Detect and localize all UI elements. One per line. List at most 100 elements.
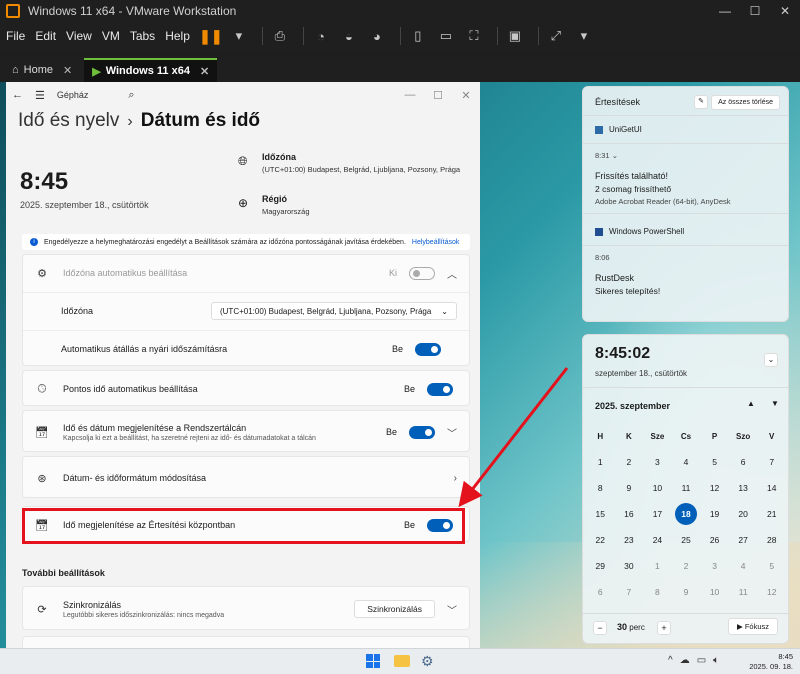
notif-title[interactable]: RustDesk [595,273,634,283]
menu-view[interactable]: View [66,29,92,43]
menu-edit[interactable]: Edit [35,29,56,43]
taskbar-show-toggle[interactable] [409,425,435,439]
chevron-down-icon[interactable]: ﹀ [447,425,457,440]
calendar-day[interactable]: 5 [700,449,729,475]
calendar-day[interactable]: 16 [615,501,644,527]
chevron-down-icon[interactable]: ﹀ [447,602,457,617]
taskbar-clock[interactable]: 8:45 2025. 09. 18. [741,652,793,672]
menu-tabs[interactable]: Tabs [130,29,155,43]
calendar-day[interactable]: 7 [615,579,644,605]
close-tab-icon[interactable]: ✕ [200,65,209,78]
chevron-up-icon[interactable]: ︿ [447,266,457,281]
calendar-day[interactable]: 30 [615,553,644,579]
maximize-icon[interactable]: ☐ [740,4,770,18]
calendar-day[interactable]: 3 [643,449,672,475]
pause-icon[interactable]: ❚❚ [199,26,222,46]
calendar-day[interactable]: 20 [729,501,758,527]
sidebar-toggle-icon[interactable]: ▯ [407,26,429,46]
calendar-day[interactable]: 4 [672,449,701,475]
calendar-day[interactable]: 26 [700,527,729,553]
menu-help[interactable]: Help [165,29,190,43]
timezone-dropdown[interactable]: (UTC+01:00) Budapest, Belgrád, Ljubljana… [210,302,457,320]
calendar-day[interactable]: 17 [643,501,672,527]
settings-icon[interactable]: ⚙ [421,653,434,670]
cloud-icon[interactable]: ☁ [680,655,690,666]
calendar-day[interactable]: 22 [586,527,615,553]
chevron-up-icon[interactable]: ^ [668,655,673,666]
dst-toggle[interactable] [415,342,441,356]
calendar-day[interactable]: 25 [672,527,701,553]
notif-title[interactable]: Frissítés található! [595,171,668,181]
calendar-day[interactable]: 19 [700,501,729,527]
auto-timezone-toggle[interactable] [409,266,435,280]
calendar-day[interactable]: 9 [615,475,644,501]
close-tab-icon[interactable]: ✕ [63,64,72,77]
revert-snapshot-icon[interactable]: ◒ [338,26,360,46]
calendar-day[interactable]: 7 [757,449,786,475]
next-month-icon[interactable]: ▼ [771,399,779,408]
focus-button[interactable]: ▶ Fókusz [727,618,778,635]
close-icon[interactable]: ✕ [452,89,480,102]
calendar-day[interactable]: 18 [672,501,701,527]
auto-time-toggle[interactable] [427,382,453,396]
location-settings-link[interactable]: Helybeállítások [412,239,459,246]
snapshot-icon[interactable]: ◔ [310,26,332,46]
clear-all-button[interactable]: Az összes törlése [711,95,780,110]
sync-button[interactable]: Szinkronizálás [354,600,435,618]
format-card[interactable]: ⊛ Dátum- és időformátum módosítása › [22,456,470,498]
decrease-focus-button[interactable]: − [593,621,607,635]
file-explorer-icon[interactable] [394,655,410,667]
calendar-day[interactable]: 10 [643,475,672,501]
increase-focus-button[interactable]: + [657,621,671,635]
calendar-day[interactable]: 2 [615,449,644,475]
taskbar-show-row[interactable]: 📅︎ Idő és dátum megjelenítése a Rendszer… [23,411,469,453]
search-icon[interactable]: ⌕ [128,89,134,102]
calendar-day[interactable]: 1 [643,553,672,579]
calendar-day[interactable]: 8 [586,475,615,501]
calendar-day[interactable]: 14 [757,475,786,501]
calendar-day[interactable]: 2 [672,553,701,579]
console-view-icon[interactable]: ▣ [504,26,526,46]
calendar-day[interactable]: 5 [757,553,786,579]
previous-month-icon[interactable]: ▲ [747,399,755,408]
chevron-down-icon[interactable]: ⌄ [612,151,618,160]
calendar-day[interactable]: 27 [729,527,758,553]
calendar-day[interactable]: 24 [643,527,672,553]
volume-icon[interactable]: 🔈︎ [713,655,719,666]
chevron-down-icon[interactable]: ⌄ [764,353,778,367]
sync-row[interactable]: ⟳ Szinkronizálás Legutóbbi sikeres idősz… [23,587,469,631]
format-row[interactable]: ⊛ Dátum- és időformátum módosítása › [23,457,469,499]
calendar-day[interactable]: 29 [586,553,615,579]
dropdown-icon[interactable]: ▾ [573,26,595,46]
close-icon[interactable]: ✕ [770,4,800,18]
calendar-day[interactable]: 8 [643,579,672,605]
calendar-day[interactable]: 11 [729,579,758,605]
notification-settings-icon[interactable]: ✎ [694,95,708,109]
calendar-day[interactable]: 28 [757,527,786,553]
back-icon[interactable]: ← [12,89,23,101]
auto-timezone-row[interactable]: ⚙ Időzóna automatikus beállítása Ki ︿ [23,255,469,291]
calendar-day[interactable]: 3 [700,553,729,579]
calendar-day[interactable]: 23 [615,527,644,553]
calendar-month[interactable]: 2025. szeptember [595,401,670,411]
breadcrumb-parent[interactable]: Idő és nyelv [18,110,119,131]
calendar-day[interactable]: 6 [586,579,615,605]
calendar-day[interactable]: 4 [729,553,758,579]
thumbnail-icon[interactable]: ▭ [435,26,457,46]
menu-file[interactable]: File [6,29,25,43]
tab-home[interactable]: ⌂ Home ✕ [4,58,80,82]
snapshot-manager-icon[interactable]: ◕ [366,26,388,46]
minimize-icon[interactable]: — [396,89,424,102]
calendar-day[interactable]: 15 [586,501,615,527]
stretch-icon[interactable]: ⤢ [545,26,567,46]
dropdown-icon[interactable]: ▾ [228,26,250,46]
calendar-day[interactable]: 1 [586,449,615,475]
menu-vm[interactable]: VM [102,29,120,43]
maximize-icon[interactable]: ☐ [424,89,452,102]
calendar-day[interactable]: 13 [729,475,758,501]
tab-windows-11[interactable]: ▶ Windows 11 x64 ✕ [84,58,218,82]
minimize-icon[interactable]: — [710,4,740,18]
calendar-day[interactable]: 6 [729,449,758,475]
hamburger-menu-icon[interactable]: ☰ [35,89,45,102]
calendar-day[interactable]: 11 [672,475,701,501]
